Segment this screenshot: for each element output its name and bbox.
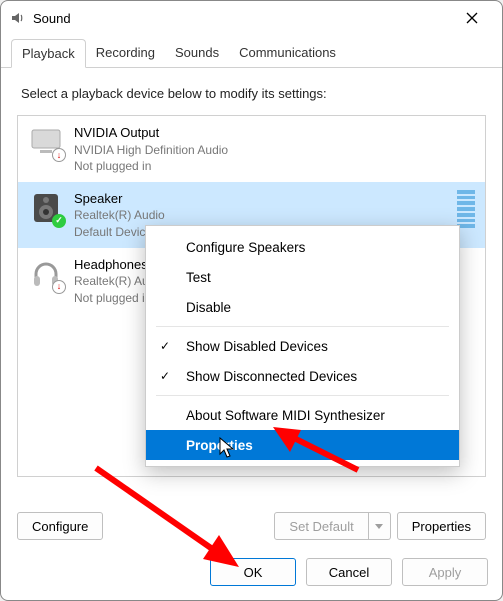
device-status: Not plugged in: [74, 158, 228, 174]
tab-playback[interactable]: Playback: [11, 39, 86, 68]
sound-icon: [9, 10, 25, 26]
instruction-text: Select a playback device below to modify…: [21, 86, 482, 101]
unplugged-badge-icon: [52, 280, 66, 294]
tab-bar: Playback Recording Sounds Communications: [1, 35, 502, 68]
ok-button[interactable]: OK: [210, 558, 296, 586]
ctx-show-disabled[interactable]: Show Disabled Devices: [146, 331, 459, 361]
properties-button[interactable]: Properties: [397, 512, 486, 540]
tab-sounds[interactable]: Sounds: [165, 39, 229, 67]
unplugged-badge-icon: [52, 148, 66, 162]
tab-communications[interactable]: Communications: [229, 39, 346, 67]
set-default-split: Set Default: [274, 512, 390, 540]
dialog-buttons: OK Cancel Apply: [210, 558, 488, 586]
device-name: NVIDIA Output: [74, 124, 228, 142]
context-menu: Configure Speakers Test Disable Show Dis…: [145, 225, 460, 467]
device-info: NVIDIA Output NVIDIA High Definition Aud…: [74, 124, 228, 174]
ctx-disable[interactable]: Disable: [146, 292, 459, 322]
tab-recording[interactable]: Recording: [86, 39, 165, 67]
chevron-down-icon: [375, 524, 383, 529]
titlebar: Sound: [1, 1, 502, 35]
ctx-properties[interactable]: Properties: [146, 430, 459, 460]
cancel-button[interactable]: Cancel: [306, 558, 392, 586]
apply-button[interactable]: Apply: [402, 558, 488, 586]
level-meter: [457, 190, 475, 228]
default-badge-icon: [52, 214, 66, 228]
headphones-icon: [28, 256, 64, 292]
device-driver: Realtek(R) Audio: [74, 207, 165, 223]
ctx-show-disconnected[interactable]: Show Disconnected Devices: [146, 361, 459, 391]
set-default-dropdown[interactable]: [369, 512, 391, 540]
ctx-about-midi[interactable]: About Software MIDI Synthesizer: [146, 400, 459, 430]
ctx-configure-speakers[interactable]: Configure Speakers: [146, 232, 459, 262]
device-buttons: Configure Set Default Properties: [17, 512, 486, 540]
device-driver: NVIDIA High Definition Audio: [74, 142, 228, 158]
close-button[interactable]: [450, 3, 494, 33]
ctx-test[interactable]: Test: [146, 262, 459, 292]
separator: [156, 326, 449, 327]
window-title: Sound: [33, 11, 71, 26]
sound-dialog: Sound Playback Recording Sounds Communic…: [0, 0, 503, 601]
speaker-icon: [28, 190, 64, 226]
device-name: Speaker: [74, 190, 165, 208]
separator: [156, 395, 449, 396]
set-default-button[interactable]: Set Default: [274, 512, 368, 540]
configure-button[interactable]: Configure: [17, 512, 103, 540]
monitor-icon: [28, 124, 64, 160]
device-row[interactable]: NVIDIA Output NVIDIA High Definition Aud…: [18, 116, 485, 182]
